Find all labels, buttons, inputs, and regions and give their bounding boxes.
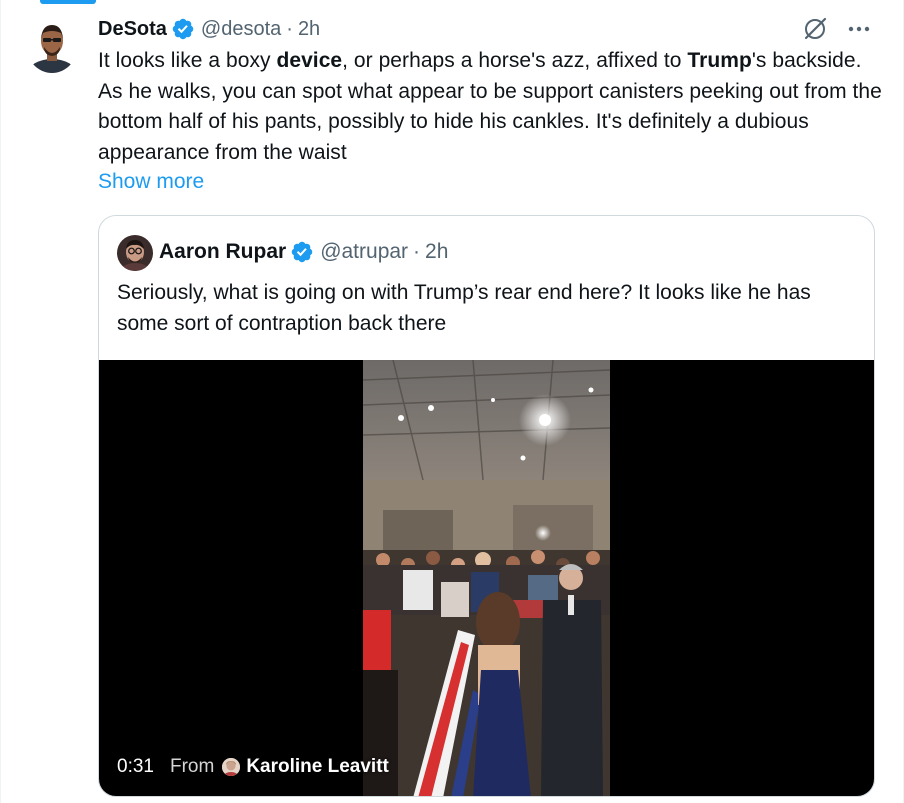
source-avatar[interactable] xyxy=(222,758,241,776)
quoted-timestamp[interactable]: 2h xyxy=(425,240,448,264)
display-name[interactable]: DeSota xyxy=(98,18,167,41)
timeline-border-left xyxy=(0,0,1,803)
tweet-text-part-1: It looks like a boxy xyxy=(98,49,277,72)
tweet-text-highlight-device: device xyxy=(276,49,343,72)
handle[interactable]: @desota xyxy=(201,18,281,41)
video-source-name[interactable]: Karoline Leavitt xyxy=(246,756,389,778)
video-source-label: From xyxy=(169,756,215,777)
avatar[interactable] xyxy=(26,17,78,73)
tweet-header: DeSota @desota · 2h xyxy=(98,14,874,44)
video-player[interactable]: 0:31 From Karoline Leavitt xyxy=(99,360,874,796)
meta-separator: · xyxy=(413,240,421,263)
video-duration: 0:31 xyxy=(117,756,154,777)
quoted-avatar[interactable] xyxy=(117,235,153,271)
tweet-text-part-2: , or perhaps a horse's azz, affixed to xyxy=(342,49,688,72)
quoted-display-name[interactable]: Aaron Rupar xyxy=(159,240,286,264)
meta-separator: · xyxy=(286,17,293,40)
verified-badge-icon xyxy=(171,17,195,41)
grok-icon[interactable] xyxy=(800,14,830,44)
quoted-tweet-text: Seriously, what is going on with Trump’s… xyxy=(117,281,811,335)
quoted-tweet[interactable]: Aaron Rupar @atrupar · 2h Seriously, wha… xyxy=(98,215,875,797)
quoted-handle[interactable]: @atrupar xyxy=(320,240,408,264)
top-indicator xyxy=(40,0,96,4)
verified-badge-icon xyxy=(290,240,314,264)
quoted-tweet-header: Aaron Rupar @atrupar · 2h xyxy=(159,237,448,267)
show-more-link[interactable]: Show more xyxy=(98,167,204,197)
header-actions xyxy=(800,14,874,44)
timestamp[interactable]: 2h xyxy=(298,18,320,41)
video-frame[interactable] xyxy=(363,360,610,796)
video-overlay: 0:31 From Karoline Leavitt xyxy=(117,756,389,778)
tweet-text-highlight-trump: Trump xyxy=(687,49,752,72)
more-options-icon[interactable] xyxy=(844,14,874,44)
tweet-text: It looks like a boxy device, or perhaps … xyxy=(98,46,888,168)
